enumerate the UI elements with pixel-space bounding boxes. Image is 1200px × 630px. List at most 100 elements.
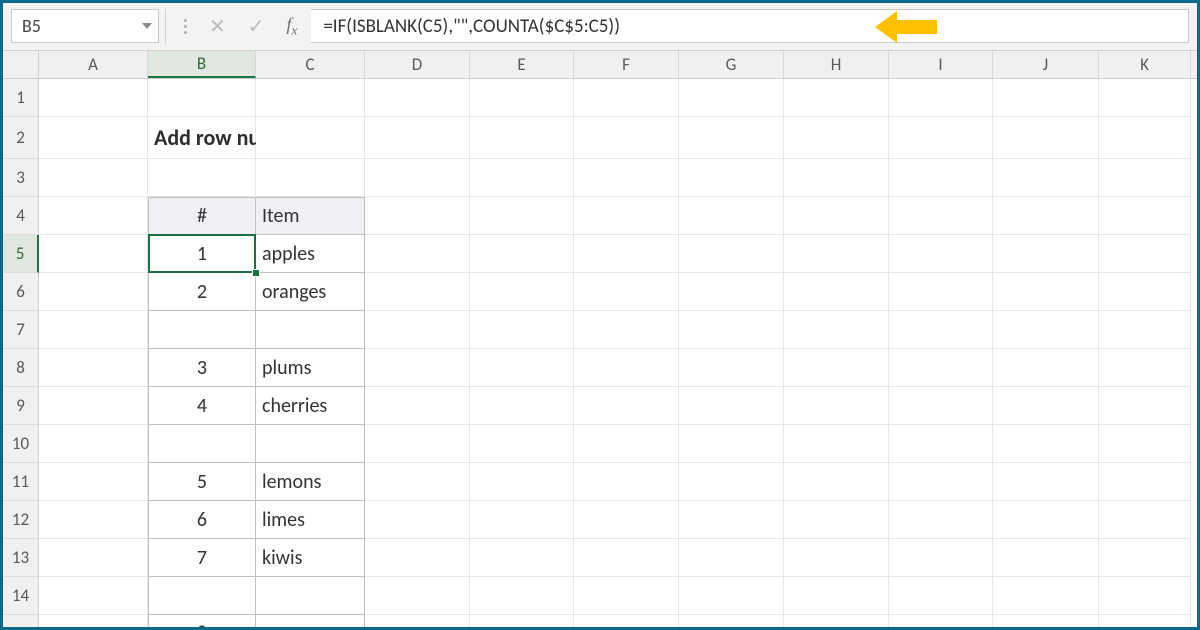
cell-F14[interactable] bbox=[574, 577, 679, 615]
row-header-13[interactable]: 13 bbox=[3, 539, 39, 577]
cell-I13[interactable] bbox=[889, 539, 993, 577]
cell-D10[interactable] bbox=[365, 425, 470, 463]
cell-A4[interactable] bbox=[39, 197, 148, 235]
cell-J10[interactable] bbox=[993, 425, 1099, 463]
cell-K7[interactable] bbox=[1099, 311, 1191, 349]
cell-D1[interactable] bbox=[365, 79, 470, 117]
cell-J6[interactable] bbox=[993, 273, 1099, 311]
cell-F5[interactable] bbox=[574, 235, 679, 273]
cell-C12[interactable]: limes bbox=[256, 501, 365, 539]
row-header-5[interactable]: 5 bbox=[3, 235, 39, 273]
cell-A14[interactable] bbox=[39, 577, 148, 615]
row-header-15[interactable]: 15 bbox=[3, 615, 39, 627]
row-header-4[interactable]: 4 bbox=[3, 197, 39, 235]
cell-C1[interactable] bbox=[256, 79, 365, 117]
cell-D9[interactable] bbox=[365, 387, 470, 425]
cell-B12[interactable]: 6 bbox=[148, 501, 256, 539]
cell-A3[interactable] bbox=[39, 159, 148, 197]
table-header-num[interactable]: # bbox=[148, 197, 256, 235]
more-icon[interactable] bbox=[184, 19, 187, 34]
cell-K11[interactable] bbox=[1099, 463, 1191, 501]
cell-H2[interactable] bbox=[784, 117, 889, 159]
cell-K15[interactable] bbox=[1099, 615, 1191, 627]
cell-D15[interactable] bbox=[365, 615, 470, 627]
col-header-G[interactable]: G bbox=[679, 51, 784, 78]
select-all-corner[interactable] bbox=[3, 51, 39, 78]
cell-I2[interactable] bbox=[889, 117, 993, 159]
col-header-B[interactable]: B bbox=[148, 51, 256, 78]
cell-J3[interactable] bbox=[993, 159, 1099, 197]
cell-K13[interactable] bbox=[1099, 539, 1191, 577]
cell-J1[interactable] bbox=[993, 79, 1099, 117]
cell-I14[interactable] bbox=[889, 577, 993, 615]
row-header-1[interactable]: 1 bbox=[3, 79, 39, 117]
row-header-6[interactable]: 6 bbox=[3, 273, 39, 311]
row-header-2[interactable]: 2 bbox=[3, 117, 39, 159]
row-header-11[interactable]: 11 bbox=[3, 463, 39, 501]
cell-J11[interactable] bbox=[993, 463, 1099, 501]
cell-D7[interactable] bbox=[365, 311, 470, 349]
cell-G3[interactable] bbox=[679, 159, 784, 197]
cell-J8[interactable] bbox=[993, 349, 1099, 387]
cell-K4[interactable] bbox=[1099, 197, 1191, 235]
cell-G15[interactable] bbox=[679, 615, 784, 627]
cell-G13[interactable] bbox=[679, 539, 784, 577]
cell-G8[interactable] bbox=[679, 349, 784, 387]
cell-H9[interactable] bbox=[784, 387, 889, 425]
row-header-7[interactable]: 7 bbox=[3, 311, 39, 349]
row-header-14[interactable]: 14 bbox=[3, 577, 39, 615]
cell-I1[interactable] bbox=[889, 79, 993, 117]
cell-E6[interactable] bbox=[470, 273, 574, 311]
cell-J15[interactable] bbox=[993, 615, 1099, 627]
cell-K6[interactable] bbox=[1099, 273, 1191, 311]
cell-G5[interactable] bbox=[679, 235, 784, 273]
cell-G9[interactable] bbox=[679, 387, 784, 425]
cell-B13[interactable]: 7 bbox=[148, 539, 256, 577]
cell-C15[interactable]: mangos bbox=[256, 615, 365, 627]
cell-I3[interactable] bbox=[889, 159, 993, 197]
cell-E11[interactable] bbox=[470, 463, 574, 501]
cell-D11[interactable] bbox=[365, 463, 470, 501]
cell-C3[interactable] bbox=[256, 159, 365, 197]
cell-J14[interactable] bbox=[993, 577, 1099, 615]
cell-G10[interactable] bbox=[679, 425, 784, 463]
col-header-D[interactable]: D bbox=[365, 51, 470, 78]
cell-J2[interactable] bbox=[993, 117, 1099, 159]
cell-E10[interactable] bbox=[470, 425, 574, 463]
cell-C13[interactable]: kiwis bbox=[256, 539, 365, 577]
cell-C14[interactable] bbox=[256, 577, 365, 615]
cell-I11[interactable] bbox=[889, 463, 993, 501]
cell-C5[interactable]: apples bbox=[256, 235, 365, 273]
cell-J9[interactable] bbox=[993, 387, 1099, 425]
cell-I10[interactable] bbox=[889, 425, 993, 463]
cell-J13[interactable] bbox=[993, 539, 1099, 577]
cell-G2[interactable] bbox=[679, 117, 784, 159]
cell-D14[interactable] bbox=[365, 577, 470, 615]
cell-A8[interactable] bbox=[39, 349, 148, 387]
cell-E2[interactable] bbox=[470, 117, 574, 159]
cell-D8[interactable] bbox=[365, 349, 470, 387]
cell-A15[interactable] bbox=[39, 615, 148, 627]
cell-F6[interactable] bbox=[574, 273, 679, 311]
cell-I9[interactable] bbox=[889, 387, 993, 425]
row-header-10[interactable]: 10 bbox=[3, 425, 39, 463]
cell-I7[interactable] bbox=[889, 311, 993, 349]
row-header-3[interactable]: 3 bbox=[3, 159, 39, 197]
cell-C9[interactable]: cherries bbox=[256, 387, 365, 425]
cell-G1[interactable] bbox=[679, 79, 784, 117]
cell-H15[interactable] bbox=[784, 615, 889, 627]
cell-F2[interactable] bbox=[574, 117, 679, 159]
cell-I15[interactable] bbox=[889, 615, 993, 627]
cell-C7[interactable] bbox=[256, 311, 365, 349]
cell-H3[interactable] bbox=[784, 159, 889, 197]
col-header-I[interactable]: I bbox=[889, 51, 993, 78]
cell-H7[interactable] bbox=[784, 311, 889, 349]
cell-A12[interactable] bbox=[39, 501, 148, 539]
cell-G11[interactable] bbox=[679, 463, 784, 501]
cell-A5[interactable] bbox=[39, 235, 148, 273]
cell-D2[interactable] bbox=[365, 117, 470, 159]
cell-B7[interactable] bbox=[148, 311, 256, 349]
cell-H11[interactable] bbox=[784, 463, 889, 501]
cell-D4[interactable] bbox=[365, 197, 470, 235]
col-header-C[interactable]: C bbox=[256, 51, 365, 78]
